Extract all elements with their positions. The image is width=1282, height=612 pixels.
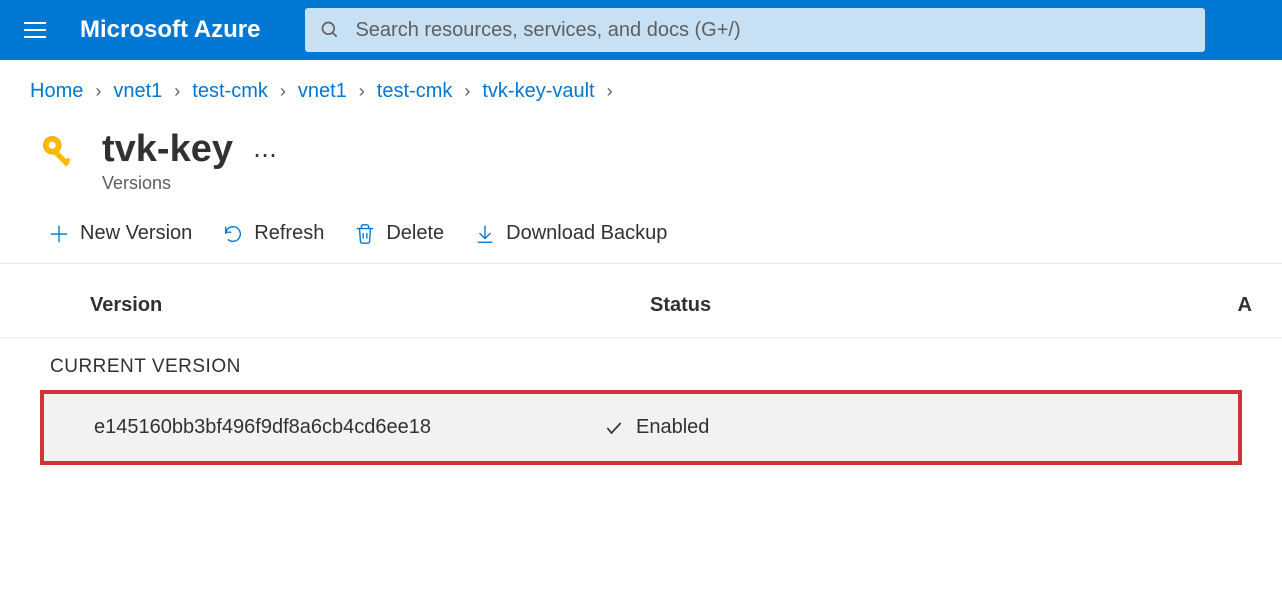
chevron-right-icon: › [607, 81, 613, 102]
toolbar: New Version Refresh Delete Download Back… [0, 214, 1282, 264]
new-version-label: New Version [80, 222, 192, 245]
table-row[interactable]: e145160bb3bf496f9df8a6cb4cd6ee18 Enabled [40, 390, 1242, 465]
top-bar: Microsoft Azure [0, 0, 1282, 60]
hamburger-menu-icon[interactable] [15, 10, 55, 50]
chevron-right-icon: › [280, 81, 286, 102]
chevron-right-icon: › [174, 81, 180, 102]
download-backup-label: Download Backup [506, 222, 667, 245]
page-subtitle: Versions [102, 173, 279, 194]
table-header: Version Status A [0, 264, 1282, 338]
status-cell: Enabled [604, 416, 709, 439]
breadcrumb-item-tvk-key-vault[interactable]: tvk-key-vault [482, 80, 594, 103]
download-backup-button[interactable]: Download Backup [474, 222, 667, 245]
status-label: Enabled [636, 416, 709, 439]
breadcrumb: Home › vnet1 › test-cmk › vnet1 › test-c… [0, 60, 1282, 118]
breadcrumb-item-test-cmk[interactable]: test-cmk [192, 80, 268, 103]
search-icon [320, 20, 340, 40]
download-icon [474, 223, 496, 245]
refresh-label: Refresh [254, 222, 324, 245]
column-version-header[interactable]: Version [90, 294, 650, 317]
column-extra-header: A [1222, 294, 1252, 317]
key-icon [40, 133, 82, 175]
breadcrumb-item-vnet1[interactable]: vnet1 [113, 80, 162, 103]
delete-button[interactable]: Delete [354, 222, 444, 245]
trash-icon [354, 223, 376, 245]
new-version-button[interactable]: New Version [48, 222, 192, 245]
breadcrumb-item-vnet1-2[interactable]: vnet1 [298, 80, 347, 103]
delete-label: Delete [386, 222, 444, 245]
chevron-right-icon: › [464, 81, 470, 102]
plus-icon [48, 223, 70, 245]
check-icon [604, 418, 624, 438]
section-current-version-label: CURRENT VERSION [0, 338, 1282, 390]
chevron-right-icon: › [359, 81, 365, 102]
chevron-right-icon: › [95, 81, 101, 102]
search-container[interactable] [305, 8, 1205, 52]
breadcrumb-item-home[interactable]: Home [30, 80, 83, 103]
column-status-header[interactable]: Status [650, 294, 1222, 317]
breadcrumb-item-test-cmk-2[interactable]: test-cmk [377, 80, 453, 103]
page-header: tvk-key ⋯ Versions [0, 118, 1282, 214]
refresh-button[interactable]: Refresh [222, 222, 324, 245]
refresh-icon [222, 223, 244, 245]
search-input[interactable] [355, 19, 1190, 42]
page-title: tvk-key [102, 128, 233, 171]
brand-name[interactable]: Microsoft Azure [80, 16, 260, 44]
version-id: e145160bb3bf496f9df8a6cb4cd6ee18 [94, 416, 604, 439]
more-icon[interactable]: ⋯ [253, 141, 279, 170]
